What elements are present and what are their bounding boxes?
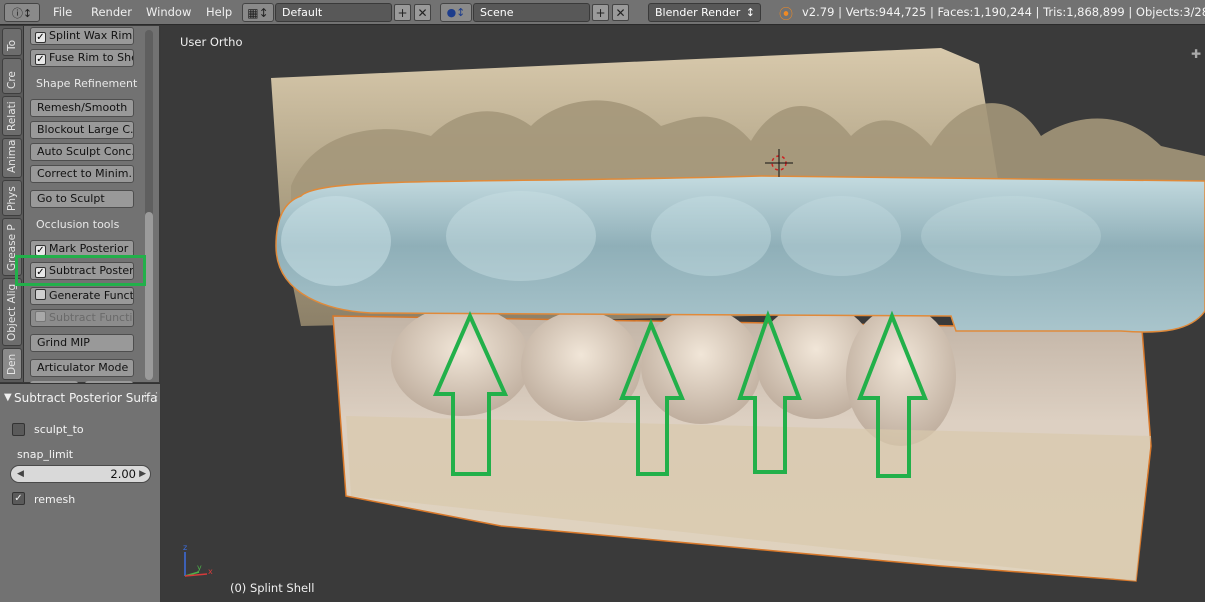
snap-limit-label: snap_limit	[17, 448, 74, 461]
menu-file[interactable]: File	[53, 5, 72, 19]
properties-toggle-icon[interactable]: ✚	[1191, 47, 1201, 61]
correct-minimum-button[interactable]: Correct to Minim...	[30, 165, 134, 183]
button-label: Mark Posterior ...	[49, 242, 134, 255]
tab-label: Phys	[6, 186, 18, 211]
checkbox-icon	[35, 311, 46, 322]
delete-layout-button[interactable]: ✕	[414, 4, 431, 21]
splint-cusp	[281, 196, 391, 286]
go-to-sculpt-button[interactable]: Go to Sculpt	[30, 190, 134, 208]
info-editor-icon: ⓘ↕	[11, 6, 33, 20]
tool-tabs: To Cre Relati Anima Phys Grease P Object…	[0, 26, 24, 382]
plus-icon: +	[595, 5, 606, 20]
checkbox-icon	[35, 289, 46, 300]
tool-panel: ✓Splint Wax Rim ✓Fuse Rim to Shell Shape…	[24, 26, 159, 385]
layout-selector-button[interactable]: ▦↕	[242, 3, 274, 22]
splint-wax-rim-button[interactable]: ✓ Splint Wax Rim	[30, 27, 134, 45]
blockout-button[interactable]: Blockout Large C...	[30, 121, 134, 139]
render-engine-select[interactable]: Blender Render ↕	[648, 3, 761, 22]
viewport-scene: z y x	[183, 48, 1205, 582]
active-object-label: (0) Splint Shell	[230, 581, 315, 595]
button-label: Fuse Rim to Shell	[49, 51, 133, 64]
scene-name-field[interactable]: Scene	[473, 3, 590, 22]
add-layout-button[interactable]: +	[394, 4, 411, 21]
render-engine-label: Blender Render	[655, 6, 741, 19]
snap-limit-field[interactable]: ◀ 2.00 ▶	[10, 465, 151, 483]
svg-text:y: y	[197, 563, 202, 572]
tab-label: Cre	[6, 71, 18, 89]
splint-cusp	[446, 191, 596, 281]
lower-tooth	[391, 306, 531, 416]
shape-refinement-heading: Shape Refinement	[36, 77, 138, 90]
remesh-label: remesh	[34, 493, 76, 506]
splint-cusp	[921, 196, 1101, 276]
highlight-box	[15, 255, 146, 286]
sculpt-to-checkbox[interactable]	[12, 423, 25, 436]
view-label: User Ortho	[180, 35, 243, 49]
menu-window[interactable]: Window	[146, 5, 191, 19]
snap-limit-value: 2.00	[110, 467, 136, 481]
tab-label: Relati	[6, 101, 18, 131]
add-scene-button[interactable]: +	[592, 4, 609, 21]
collapse-triangle-icon[interactable]: ▼	[4, 392, 12, 403]
generate-functional-button[interactable]: Generate Funct...	[30, 287, 134, 305]
scene-icon: ●↕	[446, 6, 466, 19]
lower-tooth	[846, 306, 956, 446]
sculpt-to-label: sculpt_to	[34, 423, 84, 436]
delete-scene-button[interactable]: ✕	[612, 4, 629, 21]
menu-render[interactable]: Render	[91, 5, 132, 19]
remesh-smooth-button[interactable]: Remesh/Smooth	[30, 99, 134, 117]
close-icon: ✕	[417, 5, 428, 20]
3d-viewport[interactable]: z y x User Ortho (0) Splint Shell ✚	[161, 26, 1205, 602]
scrollbar-thumb[interactable]	[145, 212, 153, 380]
svg-text:x: x	[208, 567, 213, 576]
increment-arrow-icon[interactable]: ▶	[139, 469, 146, 479]
tab-animation[interactable]: Anima	[2, 138, 22, 178]
fuse-rim-button[interactable]: ✓Fuse Rim to Shell	[30, 49, 134, 67]
operator-panel: ▼ Subtract Posterior Surfa ⋮⋮ sculpt_to …	[0, 383, 162, 602]
tab-create[interactable]: Cre	[2, 58, 22, 94]
remesh-checkbox[interactable]: ✓	[12, 492, 25, 505]
auto-sculpt-button[interactable]: Auto Sculpt Conc...	[30, 143, 134, 161]
blender-logo-icon: ⦿	[779, 7, 793, 23]
operator-title: Subtract Posterior Surfa	[14, 391, 158, 405]
layout-grid-icon: ▦↕	[247, 5, 269, 20]
svg-text:z: z	[183, 543, 187, 552]
close-icon: ✕	[615, 5, 626, 20]
menu-help[interactable]: Help	[206, 5, 232, 19]
scene-stats: v2.79 | Verts:944,725 | Faces:1,190,244 …	[802, 5, 1205, 19]
tab-label: Object Alig	[6, 283, 18, 341]
articulator-mode-button[interactable]: Articulator Mode	[30, 359, 134, 377]
button-label: Splint Wax Rim	[49, 29, 133, 42]
chevron-updown-icon: ↕	[745, 6, 755, 19]
lower-tooth	[641, 308, 761, 424]
plus-icon: +	[397, 5, 408, 20]
tab-label: Den	[6, 353, 18, 375]
layout-name-field[interactable]: Default	[275, 3, 392, 22]
tab-label: Anima	[6, 139, 18, 173]
tab-physics[interactable]: Phys	[2, 180, 22, 216]
button-label: Subtract Functi...	[49, 311, 134, 324]
decrement-arrow-icon[interactable]: ◀	[17, 469, 24, 479]
splint-cusp	[651, 196, 771, 276]
tab-dental[interactable]: Den	[2, 348, 22, 380]
lower-jaw-base	[346, 416, 1151, 581]
grind-mip-button[interactable]: Grind MIP	[30, 334, 134, 352]
drag-handle-icon[interactable]: ⋮⋮	[140, 390, 162, 403]
splint-cusp	[781, 196, 901, 276]
lower-tooth	[521, 311, 641, 421]
subtract-functional-button[interactable]: Subtract Functi...	[30, 309, 134, 327]
tab-tools[interactable]: To	[2, 28, 22, 56]
axis-gizmo: z y x	[183, 543, 213, 577]
scene-selector-button[interactable]: ●↕	[440, 3, 472, 22]
check-icon: ✓	[35, 54, 46, 65]
top-header: ⓘ↕ File Render Window Help ▦↕ Default + …	[0, 0, 1205, 25]
occlusion-tools-heading: Occlusion tools	[36, 218, 120, 231]
tab-relations[interactable]: Relati	[2, 96, 22, 136]
editor-type-button[interactable]: ⓘ↕	[4, 3, 40, 22]
check-icon: ✓	[35, 32, 46, 43]
tab-label: To	[6, 39, 18, 51]
tab-object-align[interactable]: Object Alig	[2, 278, 22, 346]
button-label: Generate Funct...	[49, 289, 134, 302]
